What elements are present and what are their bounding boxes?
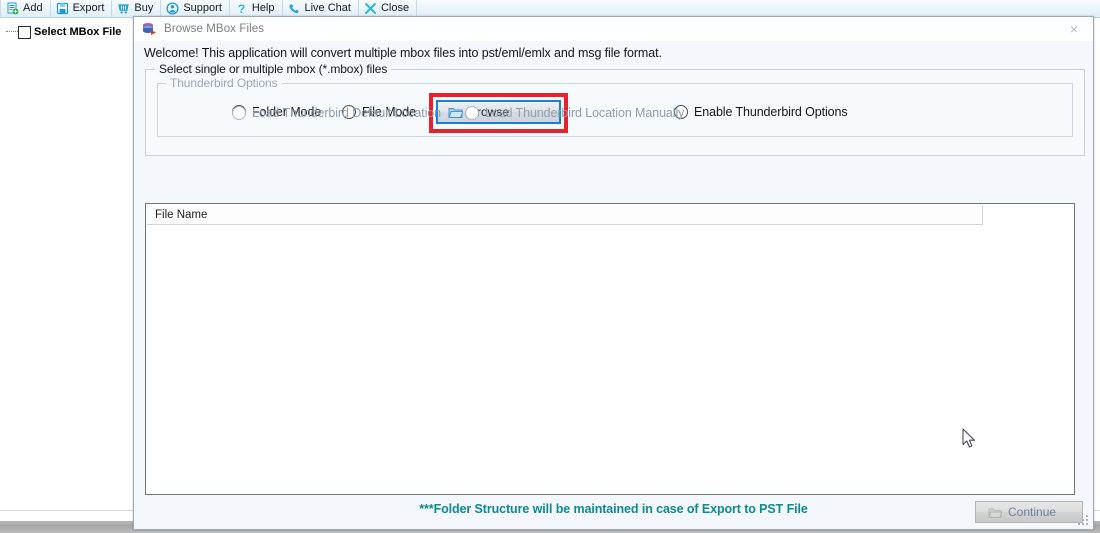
resize-grip[interactable] xyxy=(1078,515,1090,527)
toolbar-label: Live Chat xyxy=(304,2,351,14)
question-mark-icon: ? xyxy=(235,2,248,15)
select-mbox-group-legend: Select single or multiple mbox (*.mbox) … xyxy=(155,62,392,76)
left-tree-pane: Select MBox File xyxy=(0,18,134,510)
column-header-file-name[interactable]: File Name xyxy=(147,209,207,221)
file-list[interactable]: File Name xyxy=(145,203,1075,495)
toolbar-button-live-chat[interactable]: Live Chat xyxy=(283,0,359,17)
toolbar-button-export[interactable]: Export xyxy=(51,0,113,17)
thunderbird-options-group: Thunderbird Options Load Thunderbird Def… xyxy=(157,76,1073,137)
radio-load-thunderbird-location-manually[interactable]: Load Thunderbird Location Manually xyxy=(465,106,684,120)
toolbar-label: Add xyxy=(23,2,43,14)
tree-item-label: Select MBox File xyxy=(34,26,122,38)
toolbar-button-support[interactable]: Support xyxy=(161,0,230,17)
file-list-header: File Name xyxy=(147,205,983,225)
browse-mbox-files-dialog: Browse MBox Files × Welcome! This applic… xyxy=(133,16,1094,530)
export-save-icon xyxy=(56,2,69,15)
toolbar-label: Support xyxy=(183,2,222,14)
support-person-icon xyxy=(166,2,179,15)
toolbar-label: Export xyxy=(72,2,105,14)
mbox-stack-icon xyxy=(141,21,157,37)
toolbar-label: Buy xyxy=(134,2,154,14)
svg-text:?: ? xyxy=(238,2,245,15)
welcome-message: Welcome! This application will convert m… xyxy=(144,46,662,60)
radio-indicator xyxy=(232,106,246,120)
footer-note: ***Folder Structure will be maintained i… xyxy=(419,502,808,516)
file-list-body[interactable] xyxy=(147,226,1073,493)
folder-icon xyxy=(988,506,1003,518)
continue-button-label: Continue xyxy=(1008,505,1057,519)
radio-load-thunderbird-default-location[interactable]: Load Thunderbird Default Location xyxy=(232,106,441,120)
toolbar-label: Help xyxy=(251,2,275,14)
toolbar-button-buy[interactable]: Buy xyxy=(112,0,162,17)
toolbar-button-help[interactable]: ? Help xyxy=(230,0,283,17)
tree-connector-line xyxy=(6,31,18,33)
close-icon[interactable]: × xyxy=(1061,20,1087,38)
phone-icon xyxy=(288,2,301,15)
thunderbird-options-legend: Thunderbird Options xyxy=(166,76,282,90)
radio-label: Load Thunderbird Default Location xyxy=(252,106,441,120)
toolbar-label: Close xyxy=(380,2,410,14)
select-mbox-group: Select single or multiple mbox (*.mbox) … xyxy=(145,62,1085,156)
cart-icon xyxy=(117,2,130,15)
tree-item-select-mbox-file[interactable]: Select MBox File xyxy=(0,24,133,40)
add-file-icon xyxy=(6,2,19,15)
radio-indicator xyxy=(465,106,479,120)
toolbar-button-close[interactable]: Close xyxy=(359,0,418,17)
radio-label: Load Thunderbird Location Manually xyxy=(485,106,685,120)
continue-button[interactable]: Continue xyxy=(975,501,1083,523)
dialog-title-bar[interactable]: Browse MBox Files × xyxy=(134,17,1093,41)
tree-checkbox[interactable] xyxy=(18,25,31,39)
toolbar-button-add[interactable]: Add xyxy=(0,0,51,17)
dialog-title: Browse MBox Files xyxy=(164,23,265,35)
mouse-cursor xyxy=(962,428,978,450)
close-x-icon xyxy=(364,2,377,15)
